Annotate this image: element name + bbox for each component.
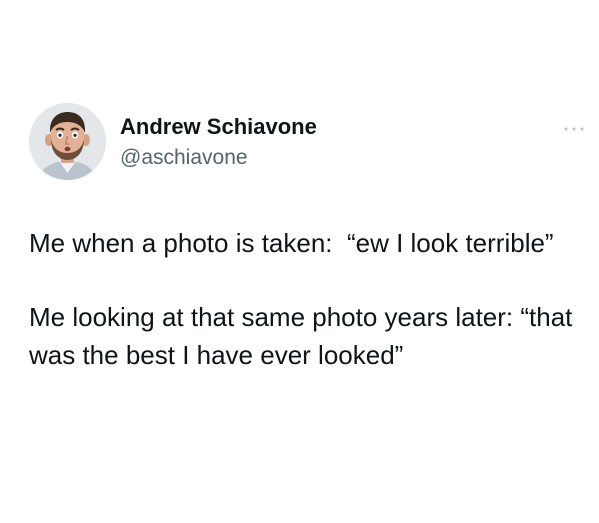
author-display-name[interactable]: Andrew Schiavone	[120, 114, 317, 140]
avatar[interactable]	[29, 103, 106, 180]
tweet-text: Me when a photo is taken: “ew I look ter…	[29, 224, 584, 374]
tweet-card: Andrew Schiavone @aschiavone Me when a p…	[0, 0, 599, 523]
tweet-paragraph: Me when a photo is taken: “ew I look ter…	[29, 228, 554, 258]
more-options-icon[interactable]	[562, 122, 586, 134]
tweet-paragraph: Me looking at that same photo years late…	[29, 302, 580, 370]
profile-photo-icon	[29, 103, 106, 180]
author-handle[interactable]: @aschiavone	[120, 145, 248, 171]
